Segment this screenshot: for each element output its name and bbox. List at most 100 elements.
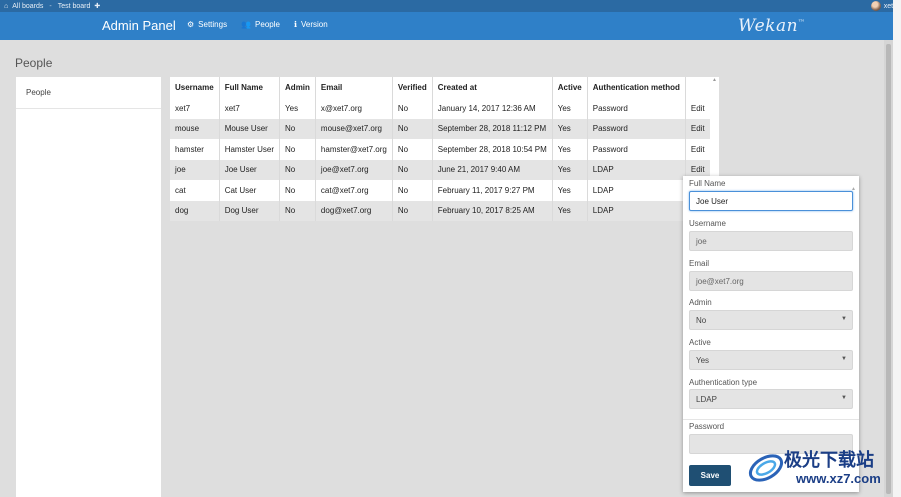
table-cell-verified: No — [392, 159, 433, 180]
table-cell-email: dog@xet7.org — [315, 200, 393, 221]
table-cell-admin: Yes — [279, 98, 316, 119]
table-cell-auth: LDAP — [587, 159, 686, 180]
admin-select[interactable]: No ▼ — [689, 310, 853, 330]
nav-version-label: Version — [301, 20, 328, 29]
table-cell-auth: LDAP — [587, 200, 686, 221]
table-cell-verified: No — [392, 200, 433, 221]
table-cell-email: joe@xet7.org — [315, 159, 393, 180]
column-header-email: Email — [315, 77, 393, 98]
page-scrollbar[interactable] — [884, 40, 893, 497]
table-cell-created-at: June 21, 2017 9:40 AM — [432, 159, 553, 180]
table-cell-email: x@xet7.org — [315, 98, 393, 119]
table-cell-auth: Password — [587, 118, 686, 139]
table-cell-email: cat@xet7.org — [315, 180, 393, 201]
full-name-label: Full Name — [689, 179, 726, 188]
sidebar: People — [16, 77, 161, 497]
table-cell-active: Yes — [552, 200, 588, 221]
chevron-down-icon: ▼ — [841, 395, 847, 401]
table-cell-active: Yes — [552, 139, 588, 160]
chevron-down-icon: ▼ — [841, 316, 847, 322]
window-edge — [893, 0, 901, 497]
nav-people[interactable]: 👥 People — [241, 20, 280, 29]
edit-user-link[interactable]: Edit — [685, 139, 711, 160]
nav-settings-label: Settings — [198, 20, 228, 29]
site-watermark: 极光下载站 www.xz7.com — [744, 444, 894, 492]
divider — [683, 419, 859, 420]
table-cell-email: hamster@xet7.org — [315, 139, 393, 160]
table-body: xet7 xet7 Yes x@xet7.org No January 14, 2017 … — [170, 98, 711, 221]
edit-user-link[interactable]: Edit — [685, 98, 711, 119]
table-cell-auth: Password — [587, 139, 686, 160]
table-cell-username: xet7 — [170, 98, 220, 119]
table-cell-admin: No — [279, 200, 316, 221]
table-cell-full-name: Mouse User — [219, 118, 281, 139]
table-row: mouse Mouse User No mouse@xet7.org No Septemb… — [170, 118, 711, 139]
gear-icon: ⚙ — [187, 20, 195, 29]
add-board-icon[interactable]: ✚ — [94, 2, 100, 10]
table-header-row: Username Full Name Admin Email Verified … — [170, 77, 711, 98]
nav-settings[interactable]: ⚙ Settings — [187, 20, 227, 29]
column-header-username: Username — [170, 77, 220, 98]
top-bar: ⌂ All boards - Test board ✚ xet7 — [0, 0, 901, 12]
nav-people-label: People — [255, 20, 280, 29]
table-row: joe Joe User No joe@xet7.org No June 21, 2017… — [170, 159, 711, 180]
table-cell-full-name: Dog User — [219, 200, 281, 221]
edit-user-link[interactable]: Edit — [685, 118, 711, 139]
active-select[interactable]: Yes ▼ — [689, 350, 853, 370]
email-field[interactable]: joe@xet7.org — [689, 271, 853, 291]
table-row: cat Cat User No cat@xet7.org No February 11, … — [170, 180, 711, 201]
table-cell-admin: No — [279, 159, 316, 180]
auth-type-select-value: LDAP — [696, 394, 717, 404]
column-header-edit — [685, 77, 711, 98]
table-cell-admin: No — [279, 118, 316, 139]
full-name-input[interactable]: Joe User — [689, 191, 853, 211]
table-cell-created-at: February 10, 2017 8:25 AM — [432, 200, 553, 221]
table-cell-created-at: January 14, 2017 12:36 AM — [432, 98, 553, 119]
table-cell-full-name: Hamster User — [219, 139, 281, 160]
table-cell-full-name: xet7 — [219, 98, 281, 119]
table-row: hamster Hamster User No hamster@xet7.org No S… — [170, 139, 711, 160]
table-cell-username: hamster — [170, 139, 220, 160]
table-cell-created-at: February 11, 2017 9:27 PM — [432, 180, 553, 201]
table-cell-username: joe — [170, 159, 220, 180]
people-table: Username Full Name Admin Email Verified … — [170, 77, 711, 221]
admin-panel-title: Admin Panel — [102, 18, 176, 33]
page-scrollbar-thumb[interactable] — [886, 44, 891, 494]
table-cell-active: Yes — [552, 118, 588, 139]
auth-type-select[interactable]: LDAP ▼ — [689, 389, 853, 409]
save-button[interactable]: Save — [689, 465, 731, 486]
table-cell-username: cat — [170, 180, 220, 201]
home-icon[interactable]: ⌂ — [4, 3, 8, 10]
table-cell-full-name: Joe User — [219, 159, 281, 180]
username-field[interactable]: joe — [689, 231, 853, 251]
active-label: Active — [689, 338, 711, 347]
wekan-logo[interactable]: Wekan™ — [738, 16, 806, 36]
nav-version[interactable]: ℹ Version — [294, 20, 328, 29]
table-row: dog Dog User No dog@xet7.org No February 10, … — [170, 200, 711, 221]
breadcrumb-all-boards[interactable]: All boards — [12, 3, 43, 10]
breadcrumb-separator: - — [49, 2, 52, 10]
username-label: Username — [689, 219, 726, 228]
breadcrumb-test-board[interactable]: Test board — [58, 3, 91, 10]
people-icon: 👥 — [241, 20, 252, 29]
table-cell-active: Yes — [552, 159, 588, 180]
watermark-url: www.xz7.com — [796, 471, 881, 486]
sidebar-item-people[interactable]: People — [16, 77, 161, 109]
page-title: People — [15, 56, 53, 70]
auth-type-label: Authentication type — [689, 378, 758, 387]
column-header-admin: Admin — [279, 77, 316, 98]
table-cell-username: dog — [170, 200, 220, 221]
table-cell-full-name: Cat User — [219, 180, 281, 201]
watermark-logo-icon — [748, 454, 784, 482]
table-cell-created-at: September 28, 2018 10:54 PM — [432, 139, 553, 160]
table-cell-auth: Password — [587, 98, 686, 119]
chevron-down-icon: ▼ — [841, 356, 847, 362]
email-label: Email — [689, 259, 710, 268]
breadcrumb: ⌂ All boards - Test board ✚ — [4, 2, 100, 11]
password-label: Password — [689, 422, 725, 431]
avatar[interactable] — [870, 1, 881, 11]
scroll-up-icon[interactable]: ▲ — [710, 77, 719, 83]
table-cell-verified: No — [392, 139, 433, 160]
column-header-full-name: Full Name — [219, 77, 281, 98]
table-cell-username: mouse — [170, 118, 220, 139]
